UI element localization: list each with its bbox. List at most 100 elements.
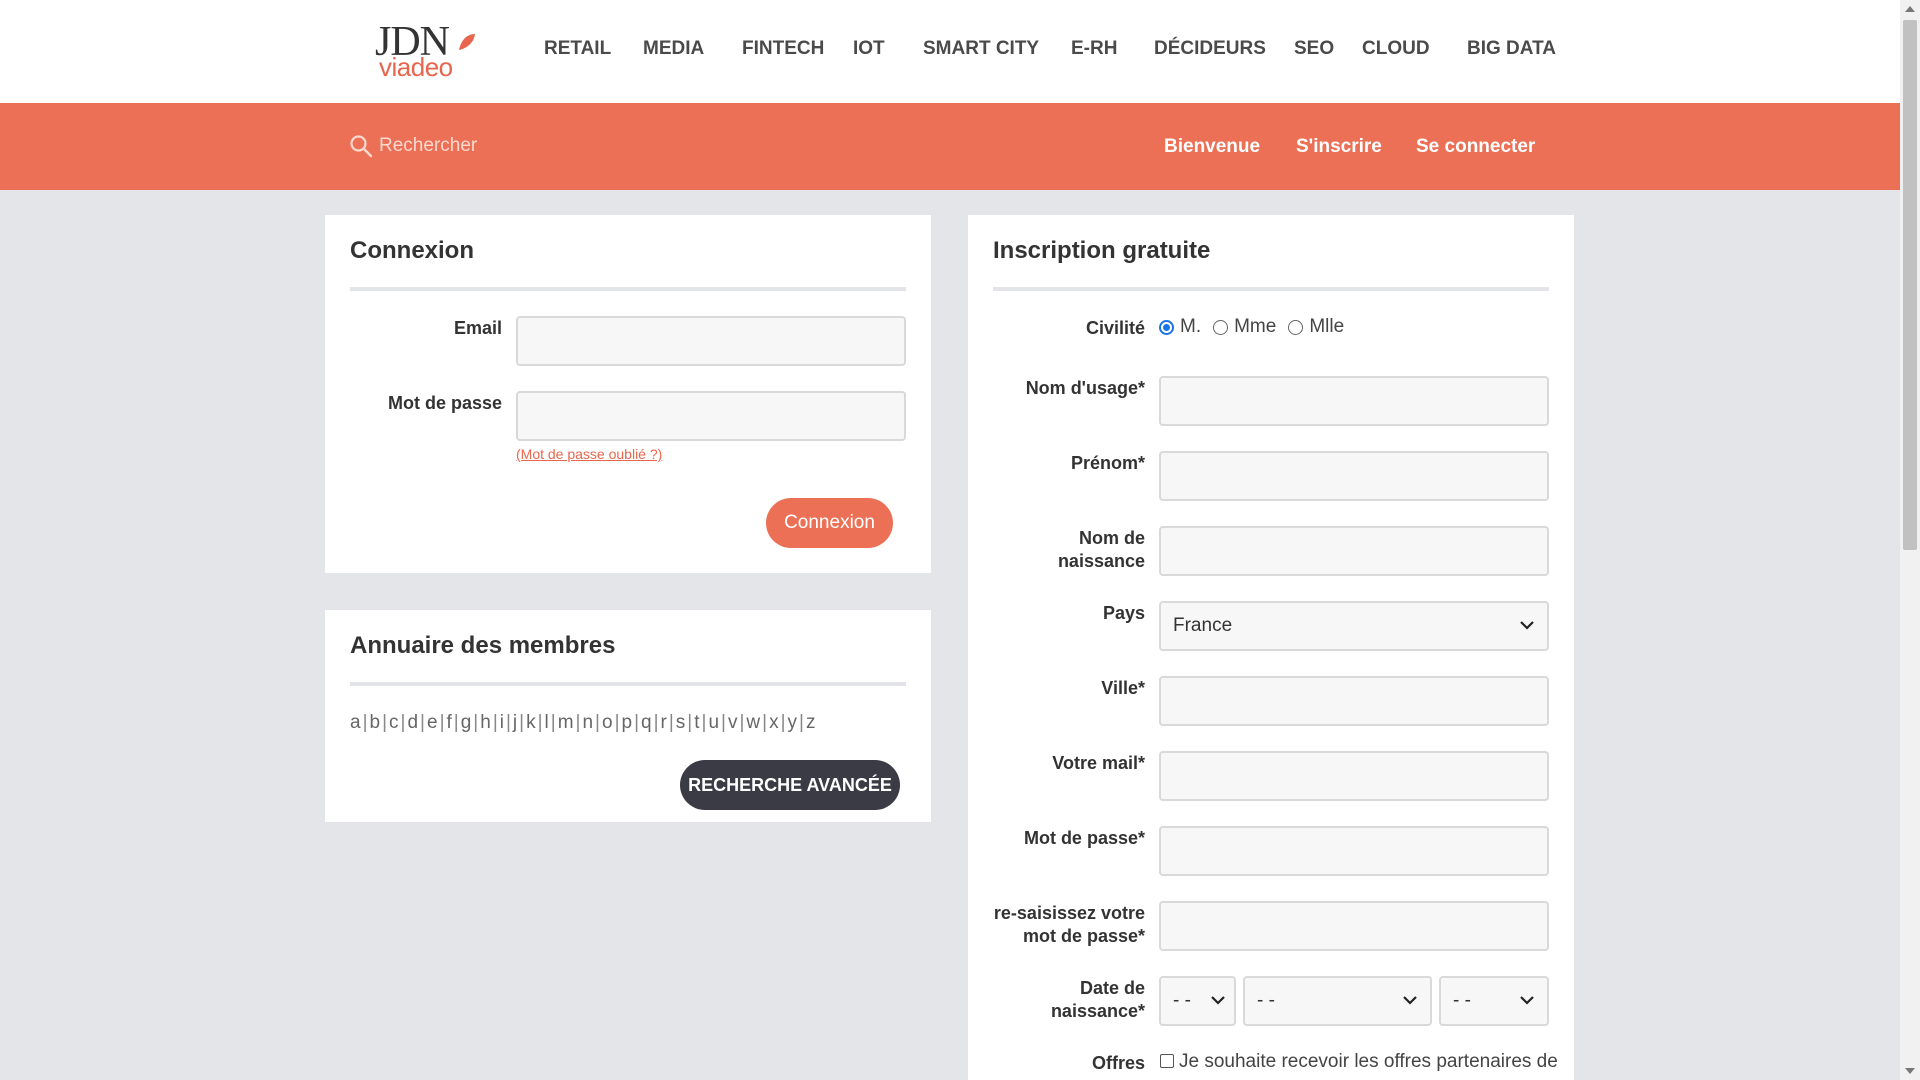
letter-link-h[interactable]: h xyxy=(480,712,491,733)
letter-link-k[interactable]: k xyxy=(526,712,536,733)
nav-item-seo[interactable]: SEO xyxy=(1294,38,1334,60)
pays-value: France xyxy=(1173,615,1233,636)
letter-link-n[interactable]: n xyxy=(582,712,593,733)
welcome-link[interactable]: Bienvenue xyxy=(1164,136,1260,158)
nav-item-iot[interactable]: IOT xyxy=(853,38,885,60)
letter-separator: | xyxy=(362,712,368,733)
letter-link-j[interactable]: j xyxy=(513,712,517,733)
chevron-down-icon xyxy=(1403,996,1417,1005)
letter-link-a[interactable]: a xyxy=(350,712,361,733)
search-input[interactable]: Rechercher xyxy=(349,134,477,158)
signup-password-field[interactable] xyxy=(1159,826,1549,876)
page: JDN viadeo RETAIL MEDIA FINTECH IOT SMAR… xyxy=(0,0,1900,1080)
password-repeat-label: re-saisissez votre mot de passe* xyxy=(993,903,1145,946)
mail-field[interactable] xyxy=(1159,751,1549,801)
letter-separator: | xyxy=(439,712,445,733)
letter-link-t[interactable]: t xyxy=(694,712,699,733)
offres-label: Offres xyxy=(1091,1053,1145,1073)
birth-year-select[interactable]: - - xyxy=(1439,976,1549,1026)
letter-link-w[interactable]: w xyxy=(746,712,760,733)
letter-link-b[interactable]: b xyxy=(370,712,381,733)
letter-link-i[interactable]: i xyxy=(500,712,504,733)
login-link[interactable]: Se connecter xyxy=(1416,136,1535,158)
scroll-up-arrow-icon[interactable] xyxy=(1905,6,1915,12)
signup-title: Inscription gratuite xyxy=(993,237,1211,264)
password-repeat-field[interactable] xyxy=(1159,901,1549,951)
ville-field[interactable] xyxy=(1159,676,1549,726)
scrollbar[interactable] xyxy=(1900,0,1920,1080)
nav-item-big-data[interactable]: BIG DATA xyxy=(1467,38,1556,60)
letter-separator: | xyxy=(550,712,556,733)
offres-checkbox[interactable] xyxy=(1160,1054,1174,1068)
letter-link-r[interactable]: r xyxy=(661,712,667,733)
mail-label: Votre mail* xyxy=(1052,753,1145,773)
nav-item-fintech[interactable]: FINTECH xyxy=(742,38,824,60)
password-field[interactable] xyxy=(516,391,906,441)
letter-link-p[interactable]: p xyxy=(622,712,633,733)
nav-item-retail[interactable]: RETAIL xyxy=(544,38,611,60)
nav-item-e-rh[interactable]: E-RH xyxy=(1071,38,1117,60)
nav-item-smart-city[interactable]: SMART CITY xyxy=(923,38,1039,60)
letter-separator: | xyxy=(668,712,674,733)
letter-link-c[interactable]: c xyxy=(389,712,399,733)
letter-link-o[interactable]: o xyxy=(602,712,613,733)
letter-link-g[interactable]: g xyxy=(461,712,472,733)
birth-year-value: - - xyxy=(1453,990,1471,1011)
divider xyxy=(350,287,906,291)
letter-link-m[interactable]: m xyxy=(558,712,574,733)
letter-link-e[interactable]: e xyxy=(427,712,438,733)
nav-item-media[interactable]: MEDIA xyxy=(643,38,704,60)
letter-link-y[interactable]: y xyxy=(788,712,798,733)
pays-select[interactable]: France xyxy=(1159,601,1549,651)
advanced-search-button[interactable]: RECHERCHE AVANCÉE xyxy=(680,760,900,810)
nom-usage-field[interactable] xyxy=(1159,376,1549,426)
nav-item-cloud[interactable]: CLOUD xyxy=(1362,38,1430,60)
divider xyxy=(350,682,906,686)
birth-day-select[interactable]: - - xyxy=(1159,976,1236,1026)
scroll-down-arrow-icon[interactable] xyxy=(1905,1068,1915,1074)
scrollbar-thumb[interactable] xyxy=(1903,20,1917,550)
letter-link-l[interactable]: l xyxy=(545,712,549,733)
letter-link-x[interactable]: x xyxy=(769,712,779,733)
birth-month-select[interactable]: - - xyxy=(1243,976,1432,1026)
nav-item-decideurs[interactable]: DÉCIDEURS xyxy=(1154,38,1266,60)
chevron-down-icon xyxy=(1211,996,1225,1005)
letter-link-d[interactable]: d xyxy=(407,712,418,733)
birth-day-value: - - xyxy=(1173,990,1191,1011)
letter-link-v[interactable]: v xyxy=(728,712,738,733)
letter-separator: | xyxy=(653,712,659,733)
nom-naissance-field[interactable] xyxy=(1159,526,1549,576)
email-field[interactable] xyxy=(516,316,906,366)
chevron-down-icon xyxy=(1520,996,1534,1005)
prenom-label: Prénom* xyxy=(1070,453,1145,473)
letter-link-f[interactable]: f xyxy=(447,712,452,733)
search-icon xyxy=(350,135,373,158)
letter-link-z[interactable]: z xyxy=(806,712,816,733)
jdn-viadeo-logo[interactable]: JDN viadeo xyxy=(375,20,475,82)
letter-separator: | xyxy=(721,712,726,733)
directory-title: Annuaire des membres xyxy=(350,632,616,659)
letter-separator: | xyxy=(687,712,693,733)
letter-separator: | xyxy=(492,712,498,733)
chevron-down-icon xyxy=(1520,621,1534,630)
radio-mme-label: Mme xyxy=(1234,316,1277,337)
login-button[interactable]: Connexion xyxy=(766,498,893,548)
birth-month-value: - - xyxy=(1257,990,1275,1011)
letter-link-s[interactable]: s xyxy=(676,712,686,733)
letter-separator: | xyxy=(420,712,425,733)
radio-m[interactable] xyxy=(1159,319,1174,335)
logo-viadeo-text: viadeo xyxy=(379,52,453,82)
letter-separator: | xyxy=(739,712,745,733)
letter-link-q[interactable]: q xyxy=(641,712,652,733)
radio-mlle-label: Mlle xyxy=(1309,316,1345,337)
forgot-password-link[interactable]: (Mot de passe oublié ?) xyxy=(516,446,662,462)
prenom-field[interactable] xyxy=(1159,451,1549,501)
signup-link[interactable]: S'inscrire xyxy=(1296,136,1382,158)
letter-link-u[interactable]: u xyxy=(708,712,719,733)
letter-separator: | xyxy=(595,712,600,733)
nom-usage-label: Nom d'usage* xyxy=(1025,378,1145,398)
radio-mlle[interactable] xyxy=(1288,319,1304,335)
letter-separator: | xyxy=(701,712,707,733)
radio-mme[interactable] xyxy=(1213,319,1229,335)
divider xyxy=(993,287,1549,291)
